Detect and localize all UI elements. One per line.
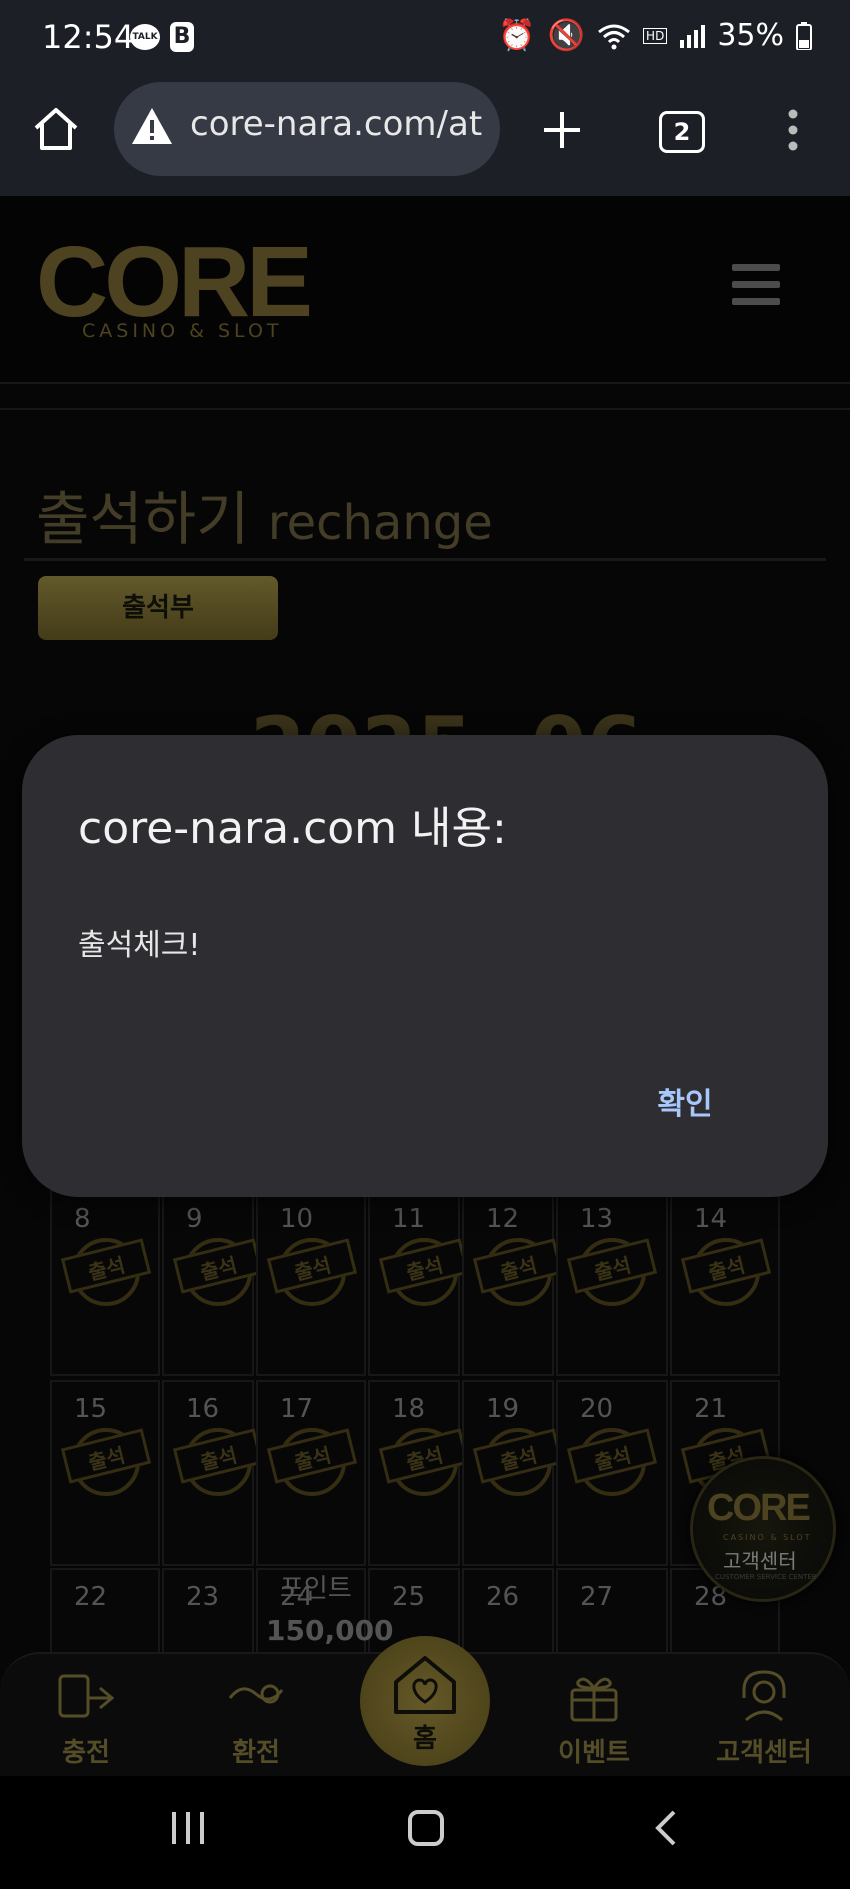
new-tab-icon[interactable] xyxy=(542,110,582,150)
dialog-title: core-nara.com 내용: xyxy=(78,803,507,854)
dialog-ok-button[interactable]: 확인 xyxy=(640,1080,730,1130)
dialog-message: 출석체크! xyxy=(78,928,201,963)
battery-percent: 35% xyxy=(717,18,784,53)
signal-icon xyxy=(680,24,706,48)
wifi-icon xyxy=(598,24,630,49)
kakaotalk-icon: TALK xyxy=(130,24,160,50)
android-home-icon[interactable] xyxy=(406,1808,446,1848)
warning-icon[interactable] xyxy=(130,106,174,146)
battery-icon xyxy=(796,21,812,50)
tab-switcher-button[interactable]: 2 xyxy=(659,111,705,153)
alarm-icon: ⏰ xyxy=(498,18,536,53)
status-icons: ⏰ 🔇 HD 35% xyxy=(498,18,812,53)
mute-icon: 🔇 xyxy=(547,18,586,53)
recent-apps-icon[interactable] xyxy=(168,1808,208,1848)
url-text[interactable]: core-nara.com/at xyxy=(190,104,490,144)
more-options-icon[interactable] xyxy=(785,108,801,152)
back-icon[interactable] xyxy=(650,1808,680,1848)
home-icon[interactable] xyxy=(32,106,80,152)
b-app-icon: B xyxy=(170,22,194,52)
hd-voice-icon: HD xyxy=(643,27,668,44)
status-time: 12:54 xyxy=(42,18,135,56)
